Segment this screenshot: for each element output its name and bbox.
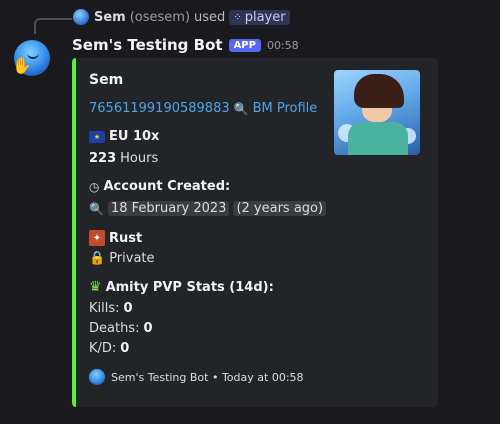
command-mention[interactable]: ⁘ player <box>229 9 290 25</box>
server-name: EU 10x <box>109 129 160 144</box>
thumb-character-body <box>348 122 408 155</box>
bm-profile-link[interactable]: BM Profile <box>253 101 318 116</box>
magnifier-icon: 🔍 <box>233 101 249 116</box>
account-created-date-row: 🔍 18 February 2023 (2 years ago) <box>89 201 327 216</box>
embed-thumbnail[interactable] <box>334 70 420 155</box>
deaths-value: 0 <box>143 321 153 336</box>
replied-user-name[interactable]: Sem <box>94 10 126 25</box>
crown-icon: ♛ <box>89 279 102 295</box>
avatar-hand-icon: ✋ <box>12 56 32 75</box>
command-name: player <box>244 9 286 25</box>
server-row: ★ EU 10x <box>89 129 159 144</box>
thumb-character-hair <box>354 74 404 108</box>
replied-user-handle: (osesem) <box>129 9 191 25</box>
kills-value: 0 <box>123 301 133 316</box>
command-icon: ⁘ <box>233 11 242 23</box>
account-created-relative: (2 years ago) <box>233 201 327 216</box>
hours-value: 223 <box>89 151 117 166</box>
eu-flag-icon: ★ <box>89 130 105 143</box>
bot-name[interactable]: Sem's Testing Bot <box>72 36 223 54</box>
stats-title: Amity PVP Stats (14d): <box>105 279 274 295</box>
hours-row: 223 Hours <box>89 151 158 166</box>
kd-label: K/D: <box>89 341 117 356</box>
deaths-label: Deaths: <box>89 321 140 336</box>
footer-bot-avatar <box>89 369 105 385</box>
steam-id-link[interactable]: 76561199190589883 <box>89 101 230 116</box>
used-text: used <box>194 9 226 25</box>
reply-context[interactable]: Sem (osesem) used ⁘ player <box>72 8 290 26</box>
magnifier-icon: 🔍 <box>89 201 104 216</box>
id-row: 76561199190589883 🔍 BM Profile <box>89 101 317 116</box>
privacy-row: 🔒 Private <box>89 251 155 266</box>
embed-title: Sem <box>89 72 124 88</box>
embed-accent-bar <box>72 58 76 407</box>
kills-row: Kills: 0 <box>89 301 133 316</box>
clock-icon: ◷ <box>89 179 100 194</box>
rust-icon: ✦ <box>89 230 105 246</box>
deaths-row: Deaths: 0 <box>89 321 153 336</box>
kills-label: Kills: <box>89 301 120 316</box>
player-embed: Sem 76561199190589883 🔍 BM Profile ★ EU … <box>72 58 438 407</box>
hours-label: Hours <box>120 151 159 166</box>
app-tag: APP <box>228 38 261 52</box>
kd-value: 0 <box>120 341 130 356</box>
privacy-status: Private <box>109 251 155 266</box>
reply-connector-line <box>34 18 74 34</box>
replied-user-avatar[interactable] <box>72 8 90 26</box>
footer-text: Sem's Testing Bot • Today at 00:58 <box>111 370 304 384</box>
stats-title-row: ♛ Amity PVP Stats (14d): <box>89 279 274 295</box>
message-header: Sem's Testing Bot APP 00:58 <box>72 36 299 54</box>
game-name: Rust <box>109 230 143 246</box>
account-created-row: ◷ Account Created: <box>89 179 230 194</box>
bot-avatar[interactable]: ✋ <box>12 40 50 76</box>
embed-footer: Sem's Testing Bot • Today at 00:58 <box>89 369 304 385</box>
account-created-date[interactable]: 18 February 2023 <box>107 201 230 216</box>
lock-icon: 🔒 <box>89 251 106 266</box>
message-timestamp[interactable]: 00:58 <box>267 39 299 52</box>
game-row: ✦ Rust <box>89 230 142 246</box>
account-created-label: Account Created: <box>103 179 231 194</box>
kd-row: K/D: 0 <box>89 341 129 356</box>
